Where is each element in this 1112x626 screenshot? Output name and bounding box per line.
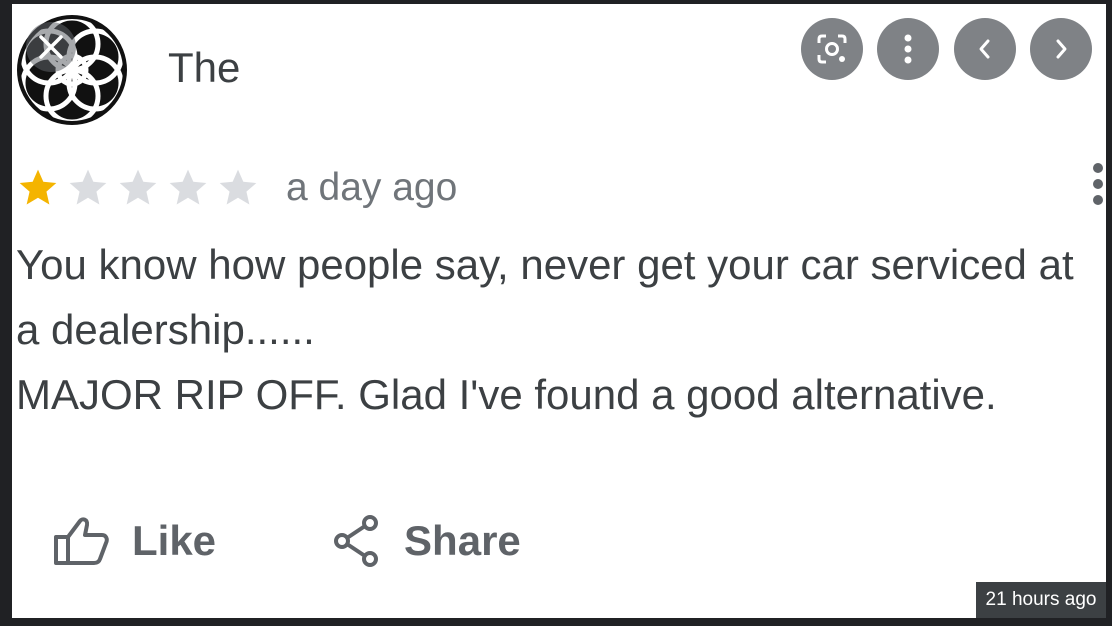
author-name[interactable]: The [168,44,240,92]
star-empty-icon [169,169,207,205]
star-empty-icon [219,169,257,205]
share-button[interactable]: Share [332,514,521,568]
star-empty-icon [119,169,157,205]
rating-row: a day ago [16,164,457,212]
thumbs-up-icon [54,517,109,565]
review-actions: Like Share [52,514,637,568]
close-icon [39,35,63,59]
more-options-icon [904,34,912,64]
like-label: Like [132,517,217,564]
review-card: The a day ago You know how people say, n… [12,4,1106,618]
next-icon [1056,39,1067,59]
next-button[interactable] [1030,18,1092,80]
timestamp-badge: 21 hours ago [976,582,1106,618]
lens-icon [817,34,847,64]
like-button[interactable]: Like [52,515,216,567]
star-empty-icon [69,169,107,205]
star-rating [16,166,266,210]
review-menu-icon[interactable] [1090,162,1106,206]
previous-icon [979,39,990,59]
share-label: Share [404,517,521,564]
review-date: a day ago [286,166,458,209]
previous-button[interactable] [954,18,1016,80]
more-options-button[interactable] [877,18,939,80]
star-filled-icon [19,169,57,205]
close-button[interactable] [26,22,76,72]
review-text: You know how people say, never get your … [16,241,1074,418]
image-viewer: The a day ago You know how people say, n… [0,0,1112,626]
lens-button[interactable] [801,18,863,80]
share-icon [334,515,379,567]
